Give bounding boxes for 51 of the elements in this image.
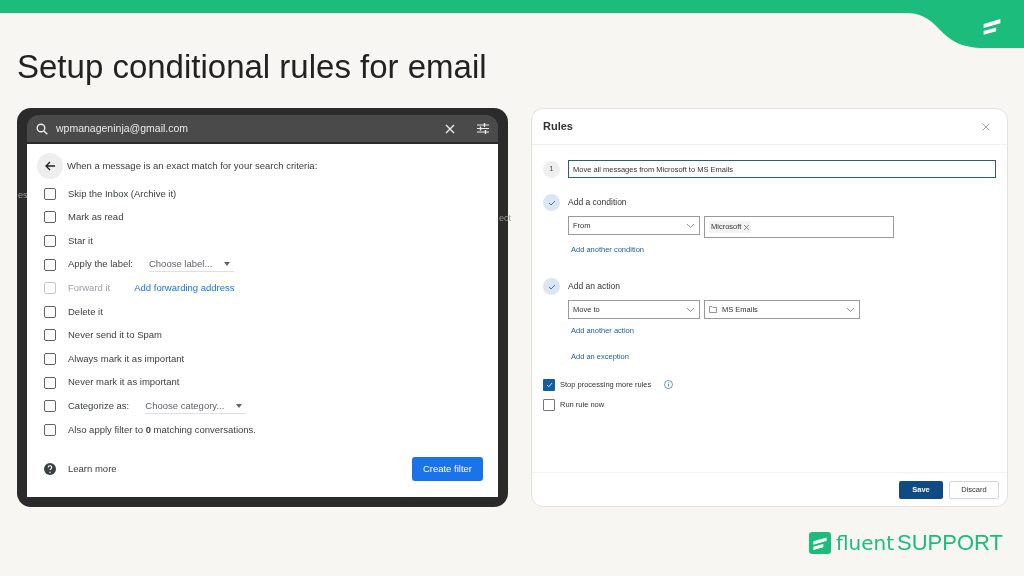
checkbox[interactable] bbox=[44, 235, 56, 247]
checkbox[interactable] bbox=[44, 376, 56, 389]
background-text: es bbox=[18, 189, 28, 202]
checkbox[interactable] bbox=[44, 187, 56, 200]
search-value: wpmanageninja@gmail.com bbox=[56, 120, 190, 136]
option-label: Always mark it as important bbox=[68, 351, 185, 366]
rule-number: 1 bbox=[543, 160, 560, 178]
option-label: Never mark it as important bbox=[68, 375, 180, 390]
search-bar[interactable]: wpmanageninja@gmail.com bbox=[27, 115, 498, 142]
checkbox[interactable] bbox=[44, 329, 56, 342]
chevron-down-icon bbox=[686, 222, 695, 229]
option-label: Skip the Inbox (Archive it) bbox=[68, 186, 177, 201]
chevron-down-icon bbox=[686, 306, 695, 313]
checkbox[interactable] bbox=[543, 398, 555, 411]
criteria-heading: When a message is an exact match for your search criteria: bbox=[67, 158, 318, 173]
option-label: Apply the label: bbox=[68, 257, 133, 272]
option-label: Categorize as: bbox=[68, 399, 130, 413]
page-title: Setup conditional rules for email bbox=[17, 47, 487, 87]
checkbox[interactable] bbox=[44, 400, 56, 413]
section-heading: Add a condition bbox=[568, 196, 627, 209]
checkbox[interactable] bbox=[44, 258, 56, 271]
search-icon bbox=[36, 122, 48, 135]
option-label: Delete it bbox=[68, 304, 103, 319]
choose-dropdown[interactable]: Choose category... bbox=[145, 398, 247, 414]
choose-dropdown[interactable]: Choose label... bbox=[148, 256, 235, 273]
checkbox[interactable] bbox=[44, 352, 56, 365]
remove-icon[interactable] bbox=[744, 224, 750, 230]
option-label: Never send it to Spam bbox=[68, 328, 162, 343]
chevron-down-icon bbox=[846, 306, 855, 313]
learn-more-link[interactable]: Learn more bbox=[68, 461, 117, 477]
section-heading: Add an action bbox=[568, 280, 620, 294]
back-arrow-icon bbox=[44, 161, 56, 171]
settings-sliders-icon[interactable] bbox=[477, 123, 489, 134]
help-icon bbox=[44, 463, 56, 475]
check-icon bbox=[545, 381, 553, 388]
dropdown-arrow-icon bbox=[236, 403, 243, 408]
checkbox[interactable] bbox=[543, 378, 555, 391]
checkbox[interactable] bbox=[44, 211, 56, 224]
create-filter-button[interactable]: Create filter bbox=[411, 457, 483, 481]
option-label: Star it bbox=[68, 233, 93, 248]
option-label: Forward it bbox=[68, 281, 111, 296]
dialog-title: Rules bbox=[543, 119, 573, 135]
dropdown-arrow-icon bbox=[224, 262, 231, 267]
brand-name: fluentSUPPORT bbox=[835, 532, 1003, 554]
checkbox[interactable] bbox=[44, 423, 56, 436]
logo-icon bbox=[808, 532, 831, 554]
option-label: Mark as read bbox=[68, 210, 124, 225]
checkbox[interactable] bbox=[44, 305, 56, 318]
folder-icon bbox=[709, 306, 717, 314]
option-label: Also apply filter to 0 matching conversations. bbox=[68, 422, 256, 437]
back-button[interactable] bbox=[37, 153, 63, 179]
